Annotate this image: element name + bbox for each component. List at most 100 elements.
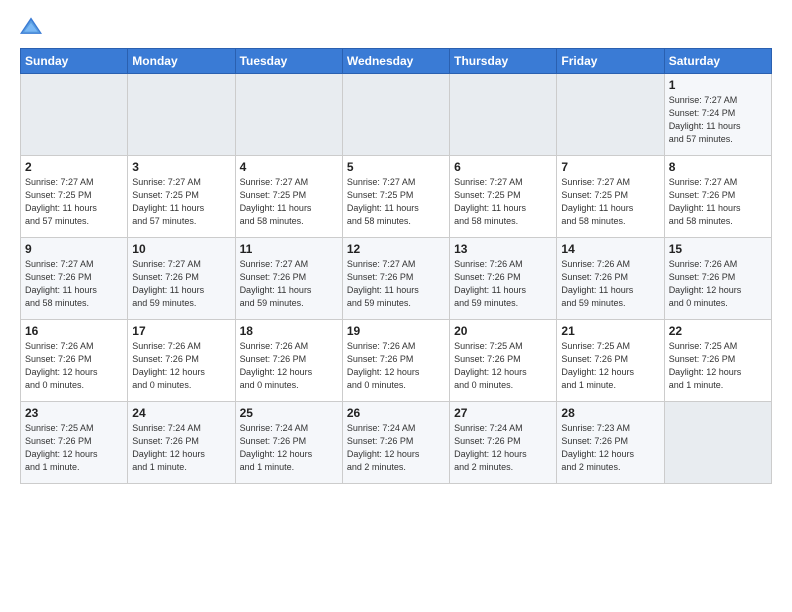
weekday-header-saturday: Saturday	[664, 49, 771, 74]
day-number: 25	[240, 406, 338, 420]
day-info: Sunrise: 7:26 AM Sunset: 7:26 PM Dayligh…	[347, 340, 445, 392]
logo	[20, 16, 46, 38]
day-number: 26	[347, 406, 445, 420]
day-number: 27	[454, 406, 552, 420]
day-number: 14	[561, 242, 659, 256]
calendar-cell: 17 Sunrise: 7:26 AM Sunset: 7:26 PM Dayli…	[128, 320, 235, 402]
weekday-header-row: SundayMondayTuesdayWednesdayThursdayFrid…	[21, 49, 772, 74]
calendar-cell: 2 Sunrise: 7:27 AM Sunset: 7:25 PM Daylig…	[21, 156, 128, 238]
day-number: 17	[132, 324, 230, 338]
calendar-cell: 22 Sunrise: 7:25 AM Sunset: 7:26 PM Dayli…	[664, 320, 771, 402]
calendar-cell: 18 Sunrise: 7:26 AM Sunset: 7:26 PM Dayli…	[235, 320, 342, 402]
day-info: Sunrise: 7:24 AM Sunset: 7:26 PM Dayligh…	[454, 422, 552, 474]
day-info: Sunrise: 7:27 AM Sunset: 7:26 PM Dayligh…	[240, 258, 338, 310]
calendar-cell	[450, 74, 557, 156]
day-number: 21	[561, 324, 659, 338]
day-number: 4	[240, 160, 338, 174]
day-info: Sunrise: 7:27 AM Sunset: 7:26 PM Dayligh…	[25, 258, 123, 310]
header	[20, 16, 772, 38]
day-number: 1	[669, 78, 767, 92]
week-row-3: 16 Sunrise: 7:26 AM Sunset: 7:26 PM Dayli…	[21, 320, 772, 402]
calendar-cell	[342, 74, 449, 156]
calendar-cell: 23 Sunrise: 7:25 AM Sunset: 7:26 PM Dayli…	[21, 402, 128, 484]
week-row-1: 2 Sunrise: 7:27 AM Sunset: 7:25 PM Daylig…	[21, 156, 772, 238]
calendar-cell: 20 Sunrise: 7:25 AM Sunset: 7:26 PM Dayli…	[450, 320, 557, 402]
calendar-cell	[21, 74, 128, 156]
logo-icon	[20, 16, 42, 38]
day-info: Sunrise: 7:27 AM Sunset: 7:25 PM Dayligh…	[347, 176, 445, 228]
calendar-cell	[664, 402, 771, 484]
day-number: 11	[240, 242, 338, 256]
calendar-cell: 6 Sunrise: 7:27 AM Sunset: 7:25 PM Daylig…	[450, 156, 557, 238]
calendar-cell	[128, 74, 235, 156]
weekday-header-monday: Monday	[128, 49, 235, 74]
day-info: Sunrise: 7:25 AM Sunset: 7:26 PM Dayligh…	[454, 340, 552, 392]
day-number: 16	[25, 324, 123, 338]
calendar-cell: 11 Sunrise: 7:27 AM Sunset: 7:26 PM Dayli…	[235, 238, 342, 320]
week-row-0: 1 Sunrise: 7:27 AM Sunset: 7:24 PM Daylig…	[21, 74, 772, 156]
calendar-cell: 27 Sunrise: 7:24 AM Sunset: 7:26 PM Dayli…	[450, 402, 557, 484]
day-info: Sunrise: 7:24 AM Sunset: 7:26 PM Dayligh…	[132, 422, 230, 474]
day-number: 9	[25, 242, 123, 256]
calendar-cell: 24 Sunrise: 7:24 AM Sunset: 7:26 PM Dayli…	[128, 402, 235, 484]
day-info: Sunrise: 7:25 AM Sunset: 7:26 PM Dayligh…	[561, 340, 659, 392]
calendar-cell: 21 Sunrise: 7:25 AM Sunset: 7:26 PM Dayli…	[557, 320, 664, 402]
day-number: 13	[454, 242, 552, 256]
calendar-cell	[557, 74, 664, 156]
day-info: Sunrise: 7:27 AM Sunset: 7:25 PM Dayligh…	[454, 176, 552, 228]
day-number: 2	[25, 160, 123, 174]
calendar-cell: 12 Sunrise: 7:27 AM Sunset: 7:26 PM Dayli…	[342, 238, 449, 320]
calendar-cell: 28 Sunrise: 7:23 AM Sunset: 7:26 PM Dayli…	[557, 402, 664, 484]
day-number: 8	[669, 160, 767, 174]
day-info: Sunrise: 7:26 AM Sunset: 7:26 PM Dayligh…	[25, 340, 123, 392]
calendar-cell: 3 Sunrise: 7:27 AM Sunset: 7:25 PM Daylig…	[128, 156, 235, 238]
day-info: Sunrise: 7:23 AM Sunset: 7:26 PM Dayligh…	[561, 422, 659, 474]
weekday-header-tuesday: Tuesday	[235, 49, 342, 74]
day-number: 22	[669, 324, 767, 338]
day-info: Sunrise: 7:27 AM Sunset: 7:25 PM Dayligh…	[132, 176, 230, 228]
day-number: 23	[25, 406, 123, 420]
calendar-cell: 1 Sunrise: 7:27 AM Sunset: 7:24 PM Daylig…	[664, 74, 771, 156]
day-info: Sunrise: 7:27 AM Sunset: 7:26 PM Dayligh…	[669, 176, 767, 228]
calendar-cell: 5Sunrise: 7:27 AM Sunset: 7:25 PM Daylig…	[342, 156, 449, 238]
day-info: Sunrise: 7:27 AM Sunset: 7:26 PM Dayligh…	[132, 258, 230, 310]
weekday-header-wednesday: Wednesday	[342, 49, 449, 74]
day-info: Sunrise: 7:24 AM Sunset: 7:26 PM Dayligh…	[347, 422, 445, 474]
day-number: 20	[454, 324, 552, 338]
day-number: 28	[561, 406, 659, 420]
calendar-cell: 10 Sunrise: 7:27 AM Sunset: 7:26 PM Dayli…	[128, 238, 235, 320]
calendar-cell: 14 Sunrise: 7:26 AM Sunset: 7:26 PM Dayli…	[557, 238, 664, 320]
day-info: Sunrise: 7:25 AM Sunset: 7:26 PM Dayligh…	[25, 422, 123, 474]
day-info: Sunrise: 7:27 AM Sunset: 7:26 PM Dayligh…	[347, 258, 445, 310]
calendar-cell: 13 Sunrise: 7:26 AM Sunset: 7:26 PM Dayli…	[450, 238, 557, 320]
week-row-4: 23 Sunrise: 7:25 AM Sunset: 7:26 PM Dayli…	[21, 402, 772, 484]
calendar-cell: 7Sunrise: 7:27 AM Sunset: 7:25 PM Daylig…	[557, 156, 664, 238]
calendar-cell: 8 Sunrise: 7:27 AM Sunset: 7:26 PM Daylig…	[664, 156, 771, 238]
day-info: Sunrise: 7:27 AM Sunset: 7:24 PM Dayligh…	[669, 94, 767, 146]
day-number: 18	[240, 324, 338, 338]
calendar-cell	[235, 74, 342, 156]
day-info: Sunrise: 7:27 AM Sunset: 7:25 PM Dayligh…	[25, 176, 123, 228]
calendar-cell: 15Sunrise: 7:26 AM Sunset: 7:26 PM Dayli…	[664, 238, 771, 320]
calendar-cell: 16 Sunrise: 7:26 AM Sunset: 7:26 PM Dayli…	[21, 320, 128, 402]
day-info: Sunrise: 7:26 AM Sunset: 7:26 PM Dayligh…	[454, 258, 552, 310]
day-number: 24	[132, 406, 230, 420]
day-number: 19	[347, 324, 445, 338]
day-number: 3	[132, 160, 230, 174]
weekday-header-thursday: Thursday	[450, 49, 557, 74]
weekday-header-friday: Friday	[557, 49, 664, 74]
week-row-2: 9 Sunrise: 7:27 AM Sunset: 7:26 PM Daylig…	[21, 238, 772, 320]
calendar-cell: 9 Sunrise: 7:27 AM Sunset: 7:26 PM Daylig…	[21, 238, 128, 320]
day-info: Sunrise: 7:26 AM Sunset: 7:26 PM Dayligh…	[240, 340, 338, 392]
calendar-cell: 25 Sunrise: 7:24 AM Sunset: 7:26 PM Dayli…	[235, 402, 342, 484]
day-info: Sunrise: 7:26 AM Sunset: 7:26 PM Dayligh…	[561, 258, 659, 310]
calendar-cell: 4Sunrise: 7:27 AM Sunset: 7:25 PM Daylig…	[235, 156, 342, 238]
day-number: 6	[454, 160, 552, 174]
day-info: Sunrise: 7:24 AM Sunset: 7:26 PM Dayligh…	[240, 422, 338, 474]
day-info: Sunrise: 7:25 AM Sunset: 7:26 PM Dayligh…	[669, 340, 767, 392]
day-number: 12	[347, 242, 445, 256]
calendar-cell: 19 Sunrise: 7:26 AM Sunset: 7:26 PM Dayli…	[342, 320, 449, 402]
day-number: 10	[132, 242, 230, 256]
day-info: Sunrise: 7:26 AM Sunset: 7:26 PM Dayligh…	[669, 258, 767, 310]
day-info: Sunrise: 7:26 AM Sunset: 7:26 PM Dayligh…	[132, 340, 230, 392]
